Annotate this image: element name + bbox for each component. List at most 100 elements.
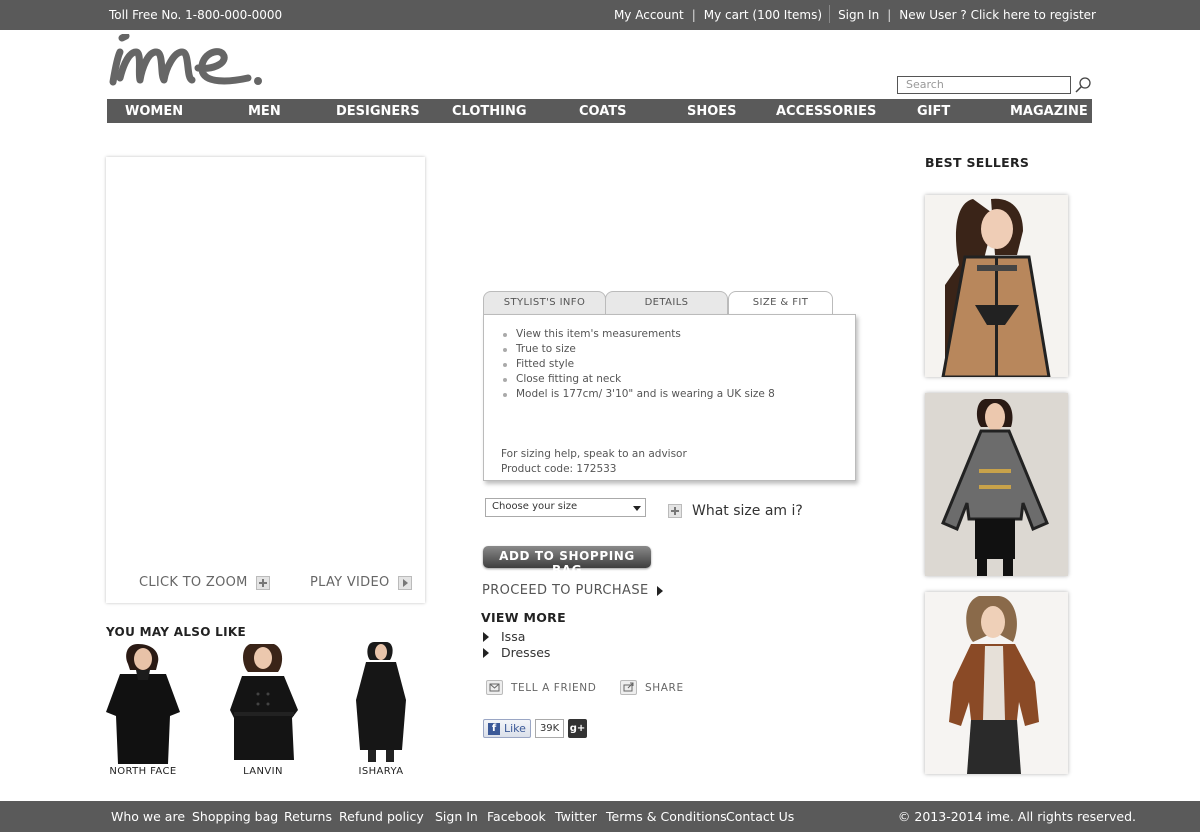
play-video[interactable]: PLAY VIDEO	[310, 575, 412, 590]
size-select-value: Choose your size	[492, 501, 578, 512]
nav-magazine[interactable]: MAGAZINE	[1010, 104, 1088, 119]
nav-accessories[interactable]: ACCESSORIES	[776, 104, 876, 119]
toll-free-number: Toll Free No. 1-800-000-0000	[109, 8, 283, 22]
also-like-item[interactable]: LANVIN	[218, 640, 308, 777]
nav-shoes[interactable]: SHOES	[687, 104, 737, 119]
separator: |	[887, 8, 892, 22]
sizing-help-text[interactable]: For sizing help, speak to an advisor	[501, 447, 687, 462]
nav-coats[interactable]: COATS	[579, 104, 627, 119]
main-nav: WOMEN MEN DESIGNERS CLOTHING COATS SHOES…	[107, 99, 1092, 123]
proceed-label: PROCEED TO PURCHASE	[482, 583, 649, 598]
nav-clothing[interactable]: CLOTHING	[452, 104, 527, 119]
share[interactable]: SHARE	[620, 680, 684, 695]
also-like-item[interactable]: NORTH FACE	[98, 640, 188, 777]
also-like-label: NORTH FACE	[109, 766, 177, 777]
footer-link-refund-policy[interactable]: Refund policy	[339, 809, 424, 824]
size-fit-bullet[interactable]: View this item's measurements	[501, 327, 775, 342]
search-icon[interactable]	[1074, 76, 1092, 94]
facebook-like-count: 39K	[534, 719, 565, 738]
click-to-zoom[interactable]: CLICK TO ZOOM	[139, 575, 270, 590]
best-sellers-title: BEST SELLERS	[925, 155, 1030, 170]
also-like-label: ISHARYA	[358, 766, 404, 777]
separator: |	[691, 8, 696, 22]
facebook-like-button[interactable]: f Like	[483, 719, 531, 738]
my-cart-link[interactable]: My cart (100 Items)	[704, 8, 822, 23]
play-icon	[397, 575, 412, 590]
nav-women[interactable]: WOMEN	[125, 104, 183, 119]
chevron-down-icon	[633, 506, 641, 511]
plus-icon	[255, 575, 270, 590]
view-more-item[interactable]: Issa	[483, 629, 525, 644]
product-thumbnail	[106, 644, 180, 764]
size-fit-bullet: Model is 177cm/ 3'10" and is wearing a U…	[501, 387, 775, 402]
product-thumbnail	[925, 195, 1068, 377]
divider	[829, 5, 831, 23]
footer-link-facebook[interactable]: Facebook	[487, 809, 546, 824]
sign-in-link[interactable]: Sign In	[838, 8, 879, 23]
footer: Who we are Shopping bag Returns Refund p…	[0, 801, 1200, 832]
share-label: SHARE	[645, 681, 684, 694]
search-input[interactable]: Search	[897, 76, 1071, 94]
register-link[interactable]: New User ? Click here to register	[899, 8, 1096, 23]
footer-link-who-we-are[interactable]: Who we are	[111, 809, 185, 824]
what-size-label: What size am i?	[692, 503, 803, 519]
size-fit-panel: View this item's measurements True to si…	[483, 314, 856, 481]
facebook-like-label: Like	[504, 722, 526, 735]
video-label: PLAY VIDEO	[310, 575, 390, 590]
footer-link-shopping-bag[interactable]: Shopping bag	[192, 809, 278, 824]
footer-link-twitter[interactable]: Twitter	[555, 809, 597, 824]
nav-men[interactable]: MEN	[248, 104, 281, 119]
proceed-to-purchase[interactable]: PROCEED TO PURCHASE	[482, 583, 663, 598]
product-thumbnail	[356, 642, 406, 762]
tell-a-friend[interactable]: TELL A FRIEND	[486, 680, 596, 695]
tab-stylists-info[interactable]: STYLIST'S INFO	[483, 291, 606, 315]
view-more-item[interactable]: Dresses	[483, 645, 550, 660]
arrow-right-icon	[483, 647, 489, 658]
best-seller-item[interactable]	[925, 592, 1068, 774]
view-more-title: VIEW MORE	[481, 610, 566, 625]
sizing-help: For sizing help, speak to an advisor Pro…	[501, 447, 687, 477]
tab-details[interactable]: DETAILS	[605, 291, 728, 315]
product-thumbnail	[925, 592, 1068, 774]
size-fit-list: View this item's measurements True to si…	[501, 327, 775, 402]
share-icon	[620, 680, 637, 695]
view-more-label: Dresses	[501, 645, 551, 660]
view-more-label: Issa	[501, 629, 526, 644]
best-seller-item[interactable]	[925, 195, 1068, 377]
top-bar: Toll Free No. 1-800-000-0000 My Account …	[0, 0, 1200, 30]
nav-designers[interactable]: DESIGNERS	[336, 104, 420, 119]
zoom-label: CLICK TO ZOOM	[139, 575, 248, 590]
footer-link-sign-in[interactable]: Sign In	[435, 809, 478, 824]
product-code: Product code: 172533	[501, 463, 617, 475]
account-links: My Account | My cart (100 Items) Sign In…	[614, 5, 1096, 23]
also-like-item[interactable]: ISHARYA	[336, 640, 426, 777]
add-to-bag-button[interactable]: ADD TO SHOPPING BAG	[483, 546, 651, 577]
tell-a-friend-label: TELL A FRIEND	[511, 681, 597, 694]
footer-link-contact-us[interactable]: Contact Us	[726, 809, 794, 824]
footer-link-terms[interactable]: Terms & Conditions	[606, 809, 727, 824]
product-thumbnail	[925, 393, 1068, 576]
facebook-icon: f	[488, 722, 500, 735]
also-like-label: LANVIN	[243, 766, 283, 777]
product-thumbnail	[230, 644, 298, 760]
plus-icon	[668, 504, 682, 518]
ime-logo[interactable]	[108, 34, 263, 90]
arrow-right-icon	[483, 631, 489, 642]
product-image-panel[interactable]: CLICK TO ZOOM PLAY VIDEO	[106, 157, 425, 603]
tab-size-fit[interactable]: SIZE & FIT	[728, 291, 833, 316]
size-fit-bullet: Close fitting at neck	[501, 372, 775, 387]
envelope-icon	[486, 680, 503, 695]
arrow-right-icon	[656, 585, 663, 596]
best-seller-item[interactable]	[925, 393, 1068, 576]
google-plus-icon[interactable]: g+	[568, 719, 587, 738]
size-fit-bullet: True to size	[501, 342, 775, 357]
copyright: © 2013-2014 ime. All rights reserved.	[897, 809, 1136, 824]
size-fit-bullet: Fitted style	[501, 357, 775, 372]
my-account-link[interactable]: My Account	[614, 8, 684, 23]
facebook-like[interactable]: f Like 39K	[483, 719, 565, 738]
size-select[interactable]: Choose your size	[485, 498, 646, 517]
footer-link-returns[interactable]: Returns	[284, 809, 332, 824]
nav-gift[interactable]: GIFT	[917, 104, 950, 119]
also-like-title: YOU MAY ALSO LIKE	[106, 625, 246, 639]
what-size-link[interactable]: What size am i?	[668, 503, 803, 519]
